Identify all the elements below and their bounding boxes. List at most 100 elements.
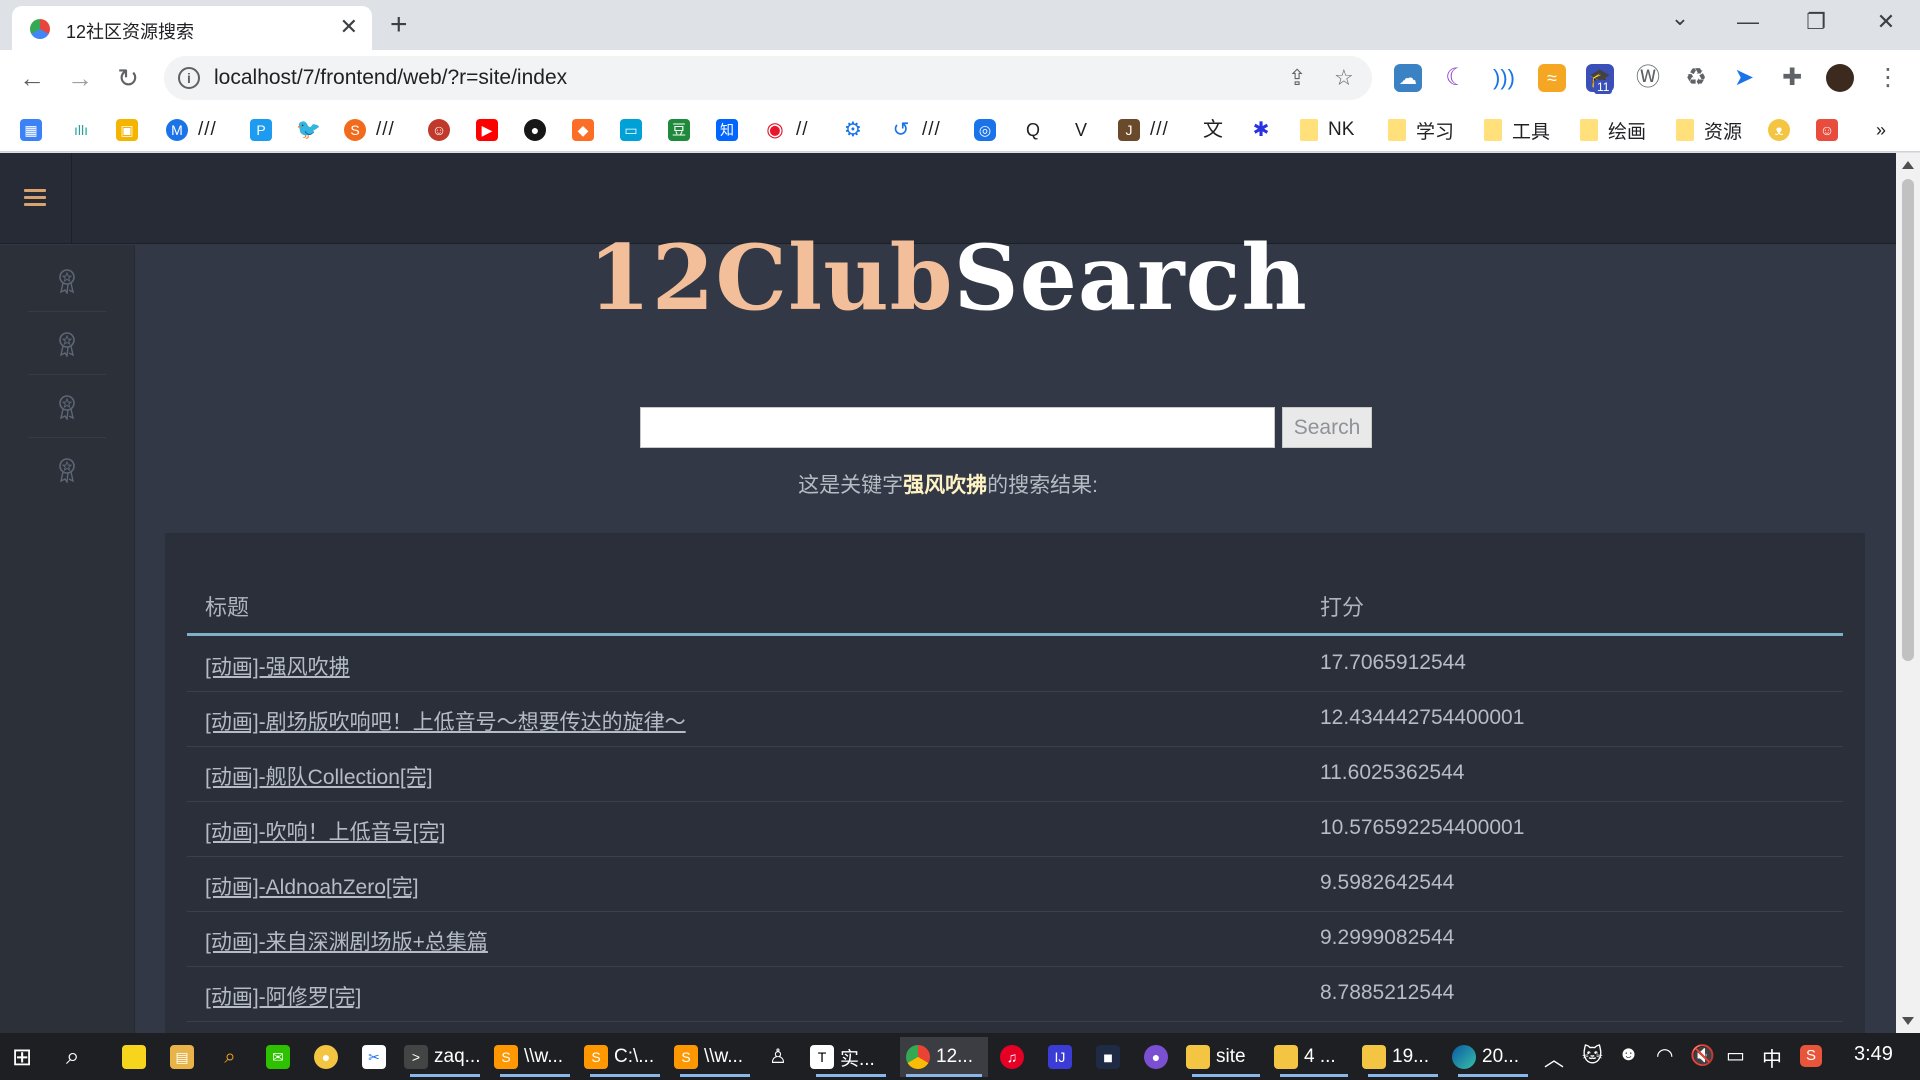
bookmark-item[interactable]: ☺ bbox=[428, 118, 458, 142]
read-aloud-extension-icon[interactable]: ))) bbox=[1490, 64, 1518, 92]
wifi-icon[interactable]: ◠ bbox=[1656, 1043, 1673, 1068]
extensions-puzzle-icon[interactable]: ✚ bbox=[1778, 64, 1806, 92]
bookmark-folder-tools[interactable]: 工具 bbox=[1484, 118, 1550, 143]
cat-tray-icon[interactable]: 🐱 bbox=[1582, 1043, 1603, 1068]
bookmark-item[interactable]: ▣ bbox=[116, 118, 146, 142]
page-scrollbar[interactable] bbox=[1896, 153, 1920, 1033]
bookmark-item[interactable]: 文 bbox=[1202, 118, 1232, 142]
github-desktop-icon[interactable]: ● bbox=[1144, 1037, 1174, 1077]
result-title-link[interactable]: [动画]-阿修罗[完] bbox=[205, 981, 361, 1011]
taskbar-item-edge[interactable]: 20... bbox=[1452, 1037, 1534, 1077]
minimize-button[interactable]: — bbox=[1728, 8, 1768, 36]
bookmark-item[interactable]: ◆ bbox=[572, 118, 602, 142]
bookmark-folder-nk[interactable]: NK bbox=[1300, 118, 1354, 142]
bookmarks-overflow-chevron-icon[interactable]: » bbox=[1876, 118, 1886, 142]
browser-tab-active[interactable]: 12社区资源搜索 ✕ bbox=[12, 6, 372, 50]
result-title-link[interactable]: [动画]-强风吹拂 bbox=[205, 651, 350, 681]
app-circle-icon[interactable]: ● bbox=[314, 1037, 344, 1077]
speaker-muted-icon[interactable]: 🔇 bbox=[1690, 1043, 1715, 1068]
netease-music-icon[interactable]: ♫ bbox=[1000, 1037, 1030, 1077]
search-icon[interactable]: ⌕ bbox=[66, 1037, 79, 1077]
new-tab-button[interactable]: + bbox=[390, 8, 408, 42]
bookmark-item[interactable]: ☺ bbox=[1816, 118, 1846, 142]
bookmark-item[interactable]: ᴥ bbox=[1768, 118, 1798, 142]
bookmark-folder-drawing[interactable]: 绘画 bbox=[1580, 118, 1646, 143]
screenshot-tool-icon[interactable]: ✂ bbox=[362, 1037, 392, 1077]
browser-menu-icon[interactable]: ⋮ bbox=[1872, 62, 1904, 94]
bookmark-star-icon[interactable]: ☆ bbox=[1334, 65, 1354, 91]
taskbar-item-terminal[interactable]: > zaq... bbox=[404, 1037, 486, 1077]
taskbar-item-sublime-2[interactable]: S C:\... bbox=[584, 1037, 666, 1077]
bookmark-item[interactable]: 知 bbox=[716, 118, 746, 142]
tab-search-chevron-icon[interactable]: ⌄ bbox=[1660, 4, 1700, 32]
tray-overflow-chevron-icon[interactable]: ︿ bbox=[1544, 1043, 1564, 1072]
address-url[interactable]: localhost/7/frontend/web/?r=site/index bbox=[214, 66, 567, 90]
sticky-notes-icon[interactable] bbox=[122, 1037, 152, 1077]
bookmark-item[interactable]: 豆 bbox=[668, 118, 698, 142]
bookmark-item[interactable]: P bbox=[250, 118, 280, 142]
scrollbar-thumb[interactable] bbox=[1902, 179, 1914, 661]
bookmark-item[interactable]: Q bbox=[1022, 118, 1052, 142]
reload-button[interactable]: ↻ bbox=[112, 62, 144, 94]
restore-button[interactable]: ❐ bbox=[1796, 8, 1836, 36]
bookmark-item[interactable]: V bbox=[1070, 118, 1100, 142]
fish-extension-icon[interactable]: ≈ bbox=[1538, 64, 1566, 92]
forward-button[interactable]: → bbox=[64, 62, 96, 94]
recycle-extension-icon[interactable]: ♻ bbox=[1682, 64, 1710, 92]
back-button[interactable]: ← bbox=[16, 62, 48, 94]
bookmark-item[interactable]: ▶ bbox=[476, 118, 506, 142]
bookmark-item[interactable]: ▦ bbox=[20, 118, 50, 142]
dark-mode-extension-icon[interactable]: ☾ bbox=[1442, 64, 1470, 92]
wechat-icon[interactable]: ✉ bbox=[266, 1037, 296, 1077]
result-title-link[interactable]: [动画]-来自深渊剧场版+总集篇 bbox=[205, 926, 488, 956]
taskbar-item-folder-site[interactable]: site bbox=[1186, 1037, 1266, 1077]
file-explorer-icon[interactable]: ▤ bbox=[170, 1037, 200, 1077]
bookmark-item[interactable]: ◉ // bbox=[764, 118, 809, 142]
bookmark-item[interactable]: ● bbox=[524, 118, 554, 142]
search-button[interactable]: Search bbox=[1282, 407, 1372, 448]
bookmark-item[interactable]: ✱ bbox=[1250, 118, 1280, 142]
bookmark-item[interactable]: ⚙ bbox=[842, 118, 872, 142]
sogou-ime-icon[interactable]: S bbox=[1800, 1043, 1822, 1067]
everything-search-icon[interactable]: ⌕ bbox=[218, 1037, 248, 1077]
input-method-indicator[interactable]: 中 bbox=[1762, 1043, 1782, 1072]
scroll-down-arrow-icon[interactable] bbox=[1902, 1017, 1914, 1025]
profile-avatar[interactable] bbox=[1826, 64, 1854, 92]
battery-icon[interactable]: ▭ bbox=[1726, 1043, 1745, 1068]
taskbar-item-folder-4[interactable]: 4 ... bbox=[1274, 1037, 1354, 1077]
search-input[interactable] bbox=[640, 407, 1275, 448]
close-window-button[interactable]: ✕ bbox=[1866, 8, 1906, 36]
hamburger-menu-icon[interactable] bbox=[24, 189, 46, 207]
cursor-extension-icon[interactable]: ➤ bbox=[1730, 64, 1758, 92]
dark-app-icon[interactable]: ◾ bbox=[1096, 1037, 1126, 1077]
taskbar-item-chrome[interactable]: 12... bbox=[900, 1037, 988, 1077]
scroll-up-arrow-icon[interactable] bbox=[1902, 161, 1914, 169]
taskbar-item-typora[interactable]: T 实... bbox=[810, 1037, 892, 1077]
bookmark-folder-resources[interactable]: 资源 bbox=[1676, 118, 1742, 143]
result-title-link[interactable]: [动画]-AldnoahZero[完] bbox=[205, 871, 419, 901]
taskbar-item-folder-19[interactable]: 19... bbox=[1362, 1037, 1444, 1077]
character-tray-icon[interactable]: ☻ bbox=[1618, 1043, 1639, 1066]
sidebar-item[interactable] bbox=[28, 375, 106, 438]
intellij-icon[interactable]: IJ bbox=[1048, 1037, 1078, 1077]
bookmark-item[interactable]: J /// bbox=[1118, 118, 1169, 142]
taskbar-clock[interactable]: 3:49 bbox=[1854, 1043, 1893, 1066]
tab-close-icon[interactable]: ✕ bbox=[340, 16, 358, 38]
bookmark-item[interactable]: ↺ /// bbox=[890, 118, 941, 142]
site-info-icon[interactable]: i bbox=[178, 67, 200, 89]
bookmark-item[interactable]: ▭ bbox=[620, 118, 650, 142]
taskbar-item-sublime-3[interactable]: S \\w... bbox=[674, 1037, 756, 1077]
bookmark-item[interactable]: 🐦 bbox=[296, 118, 326, 142]
cloud-extension-icon[interactable]: ☁ bbox=[1394, 64, 1422, 92]
wordpress-extension-icon[interactable]: Ⓦ bbox=[1634, 64, 1662, 92]
bookmark-folder-study[interactable]: 学习 bbox=[1388, 118, 1454, 143]
bookmark-item[interactable]: ◎ bbox=[974, 118, 1004, 142]
bookmark-item[interactable]: ıllı bbox=[70, 118, 100, 142]
result-title-link[interactable]: [动画]-剧场版吹响吧！上低音号～想要传达的旋律～ bbox=[205, 706, 686, 736]
address-bar[interactable]: i localhost/7/frontend/web/?r=site/index… bbox=[164, 56, 1372, 100]
result-title-link[interactable]: [动画]-吹响！上低音号[完] bbox=[205, 816, 445, 846]
result-title-link[interactable]: [动画]-舰队Collection[完] bbox=[205, 761, 433, 791]
qq-penguin-icon[interactable]: ♙ bbox=[766, 1037, 796, 1077]
bookmark-item[interactable]: M /// bbox=[166, 118, 217, 142]
bookmark-item[interactable]: S /// bbox=[344, 118, 395, 142]
